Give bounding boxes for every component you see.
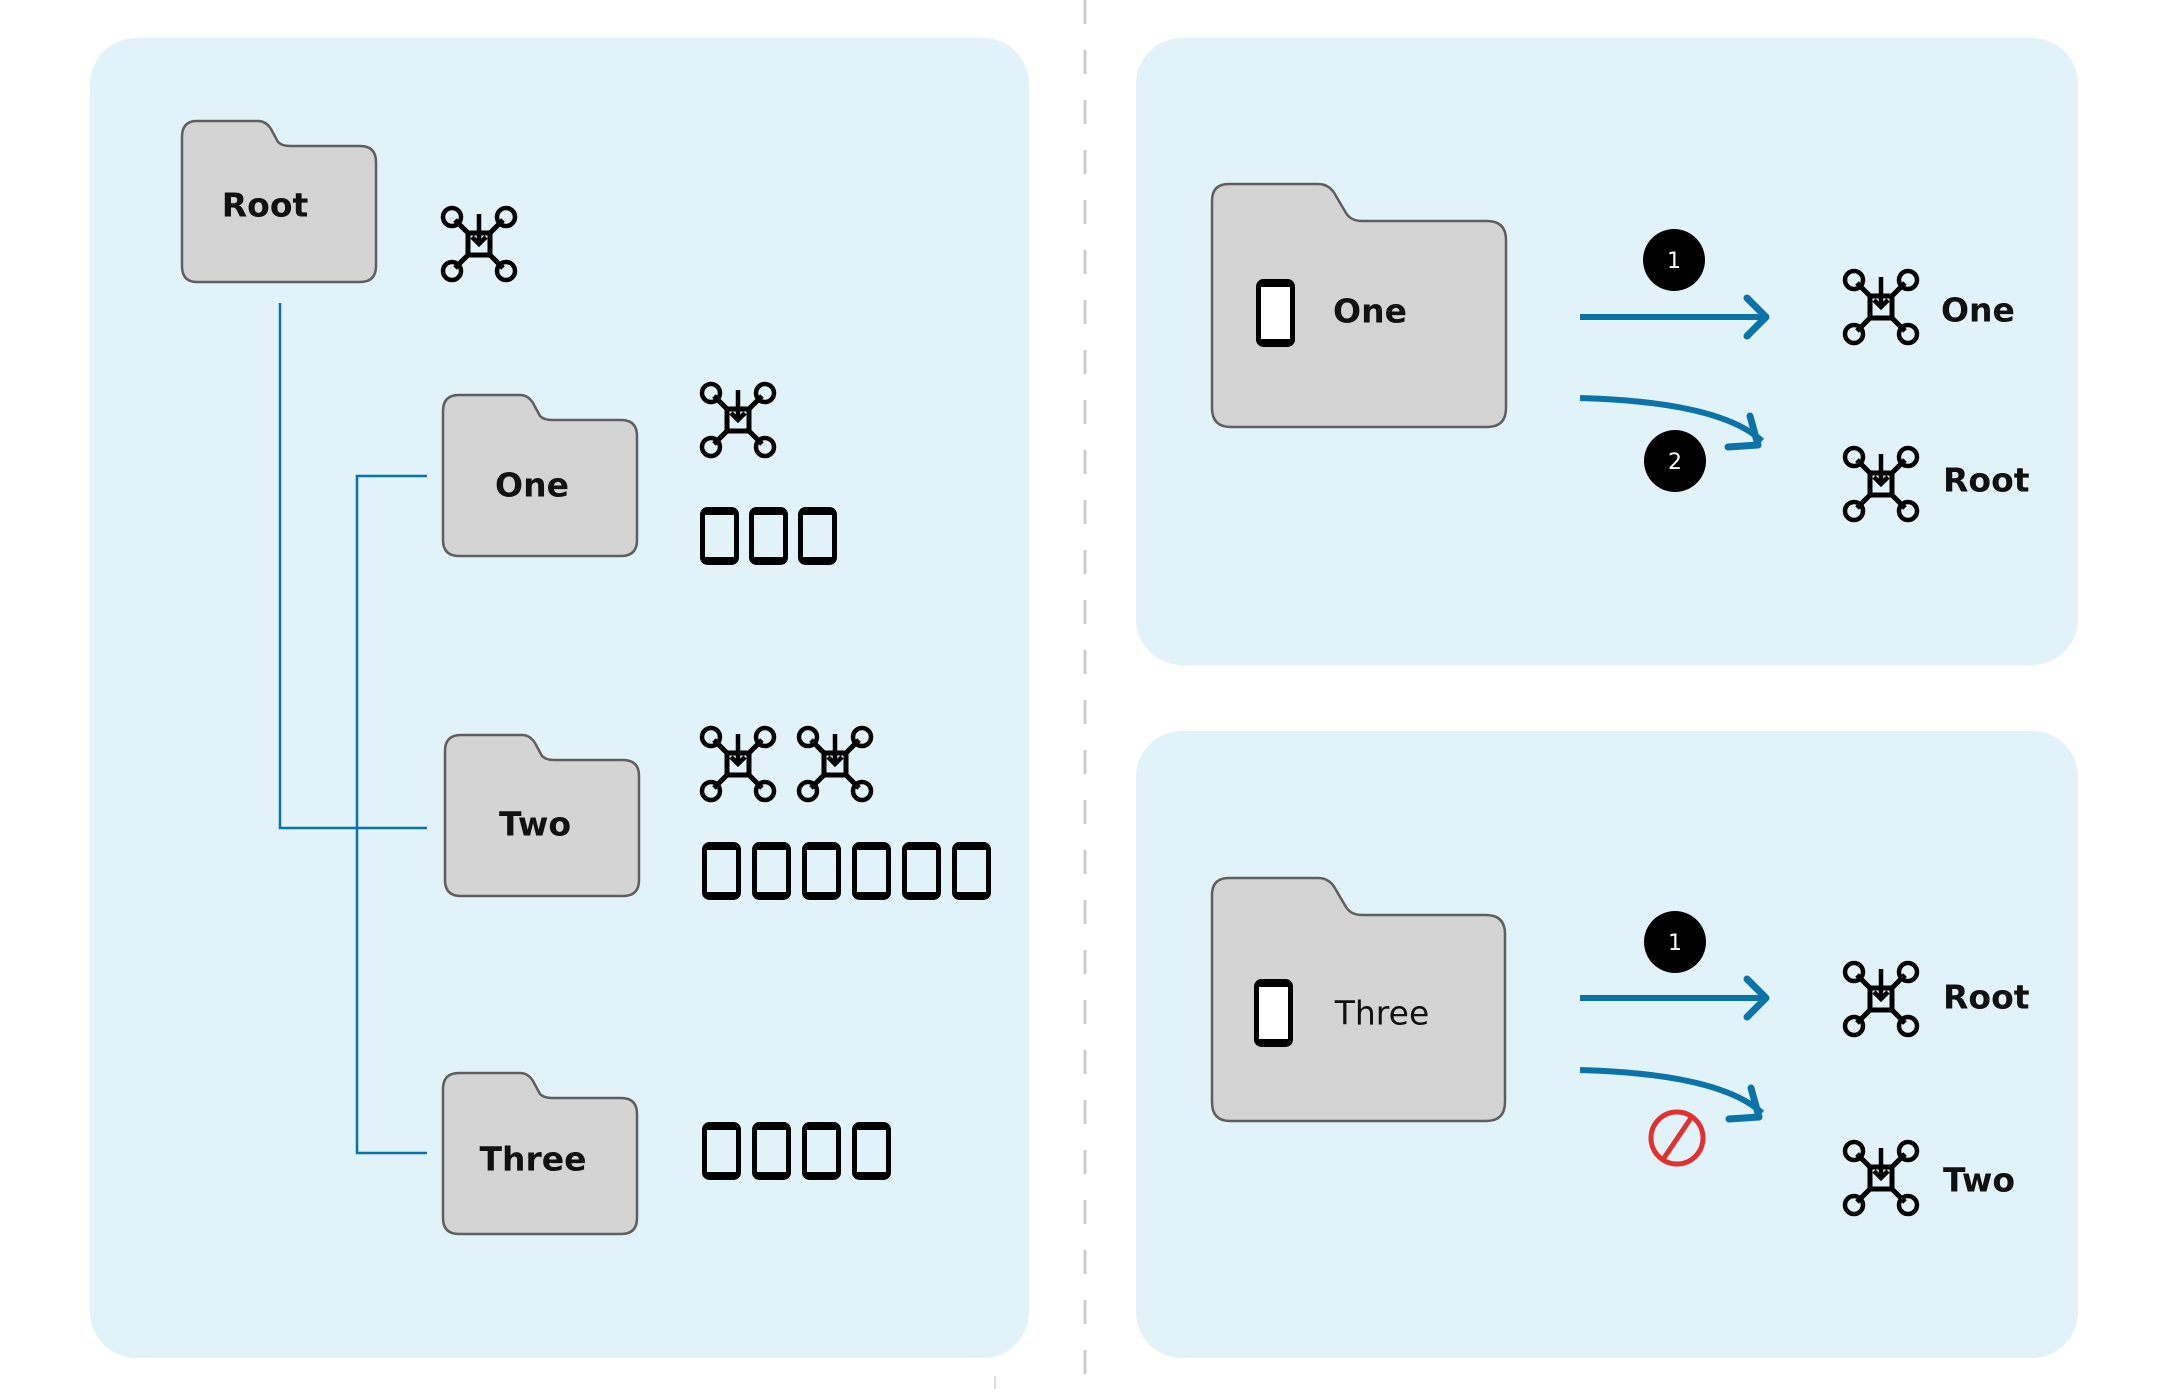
route-2-target-label: Two bbox=[1943, 1160, 2016, 1200]
drone-download-icon bbox=[1845, 1142, 1917, 1214]
order-badge-1-text: 1 bbox=[1668, 931, 1682, 956]
route-1-target-label: Root bbox=[1943, 977, 2030, 1017]
folder-three-large-label: Three bbox=[1334, 993, 1430, 1033]
route-arrow-2 bbox=[1579, 1067, 1765, 1116]
phone-icon bbox=[1257, 982, 1291, 1045]
blocked-icon bbox=[1648, 1109, 1706, 1167]
routing-diagram-three: 1 bbox=[1210, 876, 2161, 1389]
drone-download-icon bbox=[1845, 963, 1917, 1035]
